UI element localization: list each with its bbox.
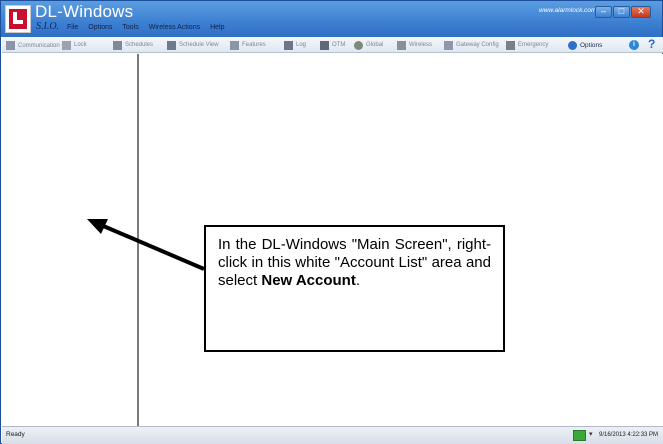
callout-bold-text: New Account [261, 272, 356, 289]
status-text: Ready [6, 431, 25, 438]
callout-text-end: . [355, 272, 360, 289]
app-window: DL-Windows S.I.O. File Options Tools Wirele… [0, 0, 663, 444]
instruction-callout: In the DL-Windows "Main Screen", right-c… [204, 225, 505, 352]
status-clock: 9/16/2013 4:22:33 PM [599, 432, 659, 438]
connection-dropdown-icon[interactable]: ▾ [589, 430, 593, 438]
status-bar: Ready ▾ 9/16/2013 4:22:33 PM [2, 426, 663, 444]
connection-status-icon[interactable] [573, 430, 586, 441]
callout-arrow [87, 219, 205, 271]
